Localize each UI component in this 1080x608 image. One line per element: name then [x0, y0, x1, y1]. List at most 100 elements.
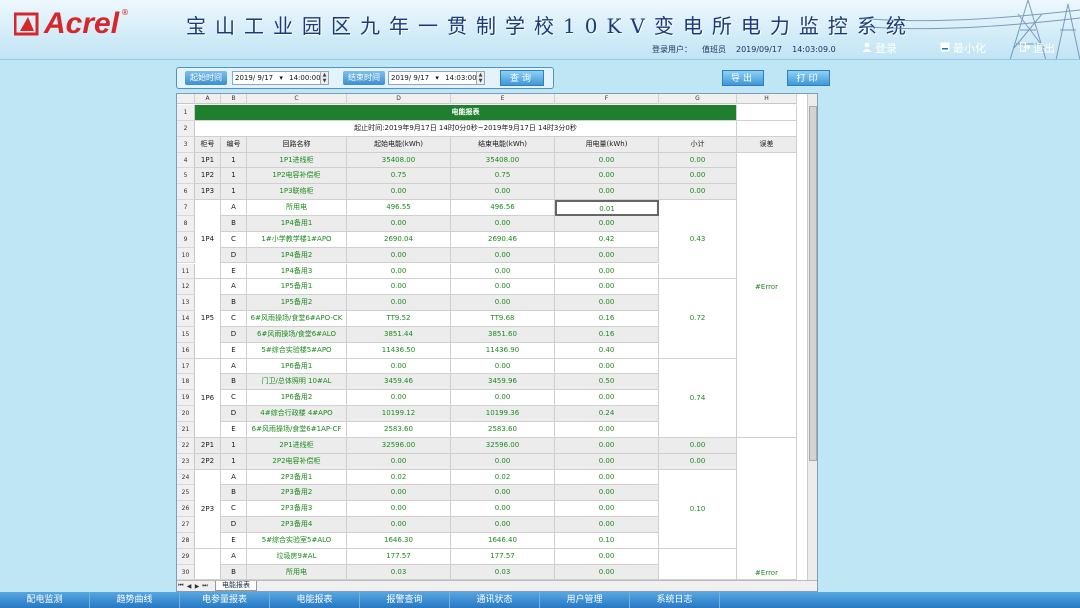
circuit-number[interactable]: A	[221, 469, 247, 486]
end-energy[interactable]: 0.00	[451, 295, 555, 312]
subtotal-cell[interactable]: 0.43	[659, 200, 737, 280]
start-energy[interactable]: 3851.44	[347, 326, 451, 343]
end-energy[interactable]: 0.00	[451, 263, 555, 280]
energy-usage[interactable]: 0.00	[555, 469, 659, 486]
circuit-number[interactable]: 1	[221, 184, 247, 201]
start-time-spinner[interactable]: ▲ ▼	[320, 72, 328, 84]
circuit-name[interactable]: 5#综合实验室5#ALO	[247, 532, 347, 549]
circuit-number[interactable]: A	[221, 200, 247, 216]
circuit-number[interactable]: C	[221, 231, 247, 248]
energy-usage[interactable]: 0.00	[555, 453, 659, 470]
row-number[interactable]: 26	[177, 501, 195, 518]
row-number[interactable]: 15	[177, 326, 195, 343]
start-energy[interactable]: 2583.60	[347, 422, 451, 438]
start-energy[interactable]: 0.00	[347, 390, 451, 407]
column-title[interactable]: 误差	[737, 136, 797, 153]
subtotal-cell[interactable]: 0.00	[659, 437, 737, 454]
circuit-number[interactable]: C	[221, 501, 247, 518]
end-energy[interactable]: 177.57	[451, 548, 555, 565]
circuit-number[interactable]: E	[221, 422, 247, 438]
circuit-number[interactable]: D	[221, 406, 247, 422]
row-number[interactable]: 1	[177, 105, 195, 121]
start-energy[interactable]: 32596.00	[347, 437, 451, 454]
end-energy[interactable]: 2690.46	[451, 231, 555, 248]
subtotal-cell[interactable]	[659, 548, 737, 581]
subtotal-cell[interactable]: 0.74	[659, 358, 737, 438]
start-energy[interactable]: 1646.30	[347, 532, 451, 549]
subtotal-cell[interactable]: 0.00	[659, 453, 737, 470]
circuit-name[interactable]: 6#风雨操场/食堂6#APO-CK	[247, 311, 347, 327]
start-energy[interactable]: 0.00	[347, 279, 451, 296]
energy-usage[interactable]: 0.00	[555, 390, 659, 407]
row-number[interactable]: 30	[177, 564, 195, 581]
end-energy[interactable]: 32596.00	[451, 437, 555, 454]
row-number[interactable]: 3	[177, 136, 195, 153]
end-energy[interactable]: 0.00	[451, 453, 555, 470]
start-energy[interactable]: 0.00	[347, 501, 451, 518]
circuit-number[interactable]: 1	[221, 168, 247, 185]
nav-item[interactable]: 配电监测	[0, 592, 90, 608]
energy-usage[interactable]: 0.00	[555, 152, 659, 169]
energy-usage[interactable]: 0.00	[555, 517, 659, 533]
start-energy[interactable]: 0.00	[347, 184, 451, 201]
end-energy[interactable]: 0.03	[451, 564, 555, 581]
circuit-number[interactable]: E	[221, 342, 247, 359]
end-energy[interactable]: 0.00	[451, 279, 555, 296]
circuit-name[interactable]: 所用电	[247, 200, 347, 216]
row-number[interactable]: 22	[177, 437, 195, 454]
circuit-number[interactable]: A	[221, 358, 247, 375]
circuit-name[interactable]: 1P2电容补偿柜	[247, 168, 347, 185]
exit-button[interactable]: 退出	[1019, 40, 1055, 56]
energy-usage[interactable]: 0.00	[555, 564, 659, 581]
print-button[interactable]: 打印	[787, 70, 830, 86]
circuit-number[interactable]: C	[221, 390, 247, 407]
start-energy[interactable]: 496.55	[347, 200, 451, 216]
end-energy[interactable]: 0.00	[451, 215, 555, 232]
subtotal-cell[interactable]: 0.00	[659, 184, 737, 201]
row-number[interactable]: 6	[177, 184, 195, 201]
circuit-number[interactable]: B	[221, 215, 247, 232]
column-header[interactable]: A	[195, 94, 221, 104]
spreadsheet-grid[interactable]: 1 2 3 4 5 6 7 8 9 10 11 12 13 14 15 16 17 18 19 20 21 22 23 24 2…	[177, 105, 808, 581]
end-energy[interactable]: 11436.90	[451, 342, 555, 359]
circuit-number[interactable]: C	[221, 311, 247, 327]
circuit-name[interactable]: 1P1进线柜	[247, 152, 347, 169]
start-energy[interactable]: 0.00	[347, 247, 451, 264]
energy-usage[interactable]: 0.00	[555, 358, 659, 375]
energy-usage[interactable]: 0.10	[555, 532, 659, 549]
end-energy[interactable]: 496.56	[451, 200, 555, 216]
row-number[interactable]: 12	[177, 279, 195, 296]
error-cell[interactable]: #Error	[737, 437, 797, 581]
end-energy[interactable]: 0.00	[451, 517, 555, 533]
end-energy[interactable]: 3851.60	[451, 326, 555, 343]
circuit-name[interactable]: 6#风雨操场/食堂6#ALO	[247, 326, 347, 343]
energy-usage[interactable]: 0.00	[555, 263, 659, 280]
start-energy[interactable]: 0.00	[347, 263, 451, 280]
energy-usage[interactable]: 0.00	[555, 548, 659, 565]
circuit-name[interactable]: 1P5备用1	[247, 279, 347, 296]
row-number[interactable]: 16	[177, 342, 195, 359]
column-header[interactable]: D	[347, 94, 451, 104]
prev-sheet-icon[interactable]: ◀	[185, 583, 193, 590]
energy-usage[interactable]: 0.24	[555, 406, 659, 422]
column-title[interactable]: 编号	[221, 136, 247, 153]
circuit-number[interactable]: B	[221, 564, 247, 581]
energy-usage[interactable]: 0.00	[555, 168, 659, 185]
first-sheet-icon[interactable]: ⏮	[177, 582, 185, 590]
energy-usage[interactable]: 0.00	[555, 215, 659, 232]
subtotal-cell[interactable]: 0.00	[659, 152, 737, 169]
column-title[interactable]: 柜号	[195, 136, 221, 153]
date-dropdown-icon[interactable]: ▾	[279, 74, 283, 82]
circuit-name[interactable]: 4#综合行政楼 4#APO	[247, 406, 347, 422]
cabinet-cell[interactable]: 2P2	[195, 453, 221, 470]
start-energy[interactable]: 0.00	[347, 295, 451, 312]
circuit-number[interactable]: A	[221, 279, 247, 296]
energy-usage[interactable]: 0.00	[555, 295, 659, 312]
cabinet-cell[interactable]	[195, 548, 221, 581]
report-spreadsheet[interactable]: ABCDEFGH 1 2 3 4 5 6 7 8 9 10 11 12 13 14 15 16 17 18 19 20…	[176, 93, 818, 592]
column-title[interactable]: 用电量(kWh)	[555, 136, 659, 153]
circuit-name[interactable]: 1P3联络柜	[247, 184, 347, 201]
circuit-number[interactable]: B	[221, 295, 247, 312]
cabinet-cell[interactable]: 1P5	[195, 279, 221, 359]
report-title[interactable]: 电能报表	[195, 105, 737, 121]
